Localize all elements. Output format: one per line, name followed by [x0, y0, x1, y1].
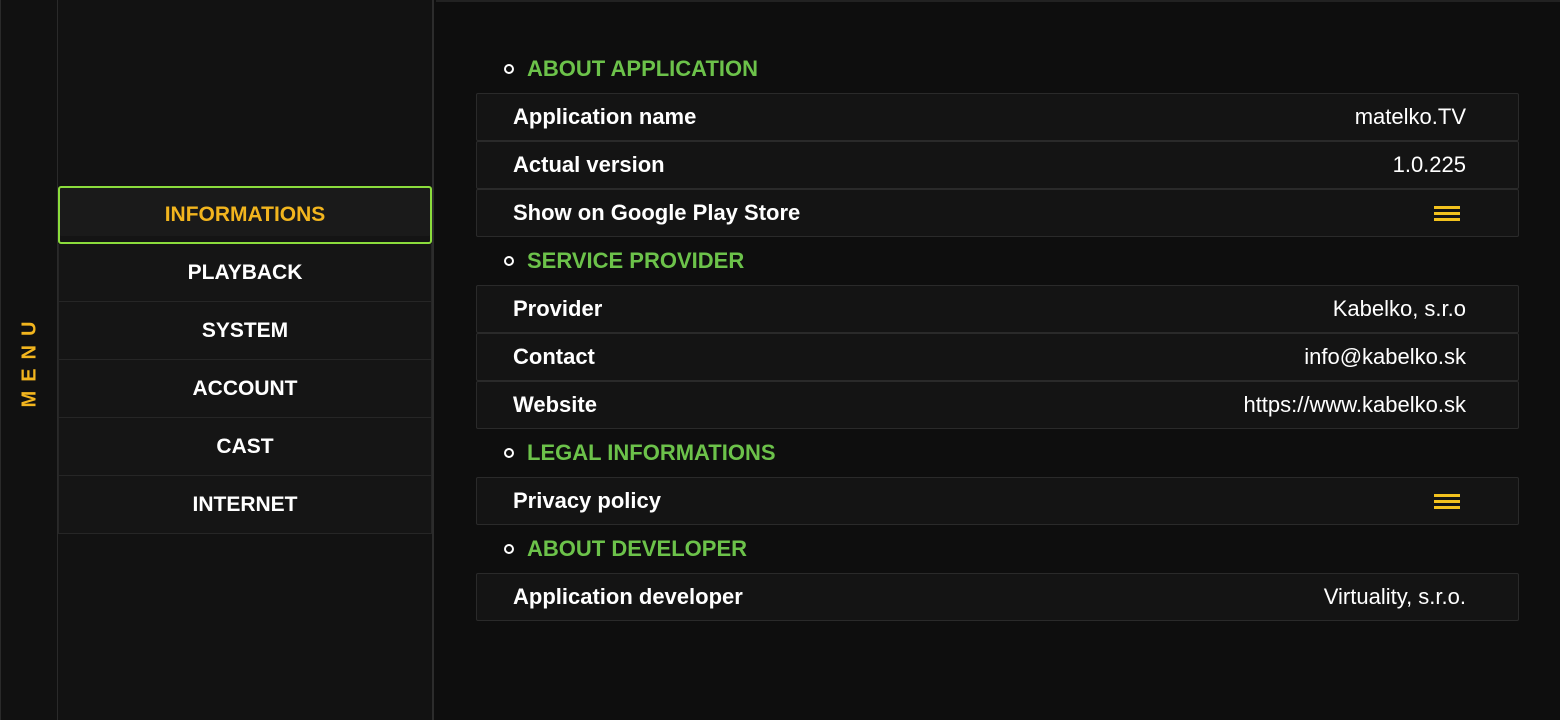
sidebar-item-internet[interactable]: INTERNET: [58, 476, 432, 534]
sidebar-item-playback[interactable]: PLAYBACK: [58, 244, 432, 302]
bullet-icon: [504, 544, 514, 554]
section-legal-informations: LEGAL INFORMATIONS: [436, 429, 1560, 477]
row-website: Website https://www.kabelko.sk: [476, 381, 1519, 429]
row-value: Kabelko, s.r.o: [1332, 296, 1466, 321]
row-privacy-policy[interactable]: Privacy policy: [476, 477, 1519, 525]
row-value: Virtuality, s.r.o.: [1323, 584, 1466, 609]
row-label: Provider: [513, 296, 603, 321]
section-about-application: ABOUT APPLICATION: [436, 45, 1560, 93]
row-label: Contact: [513, 344, 595, 369]
row-google-play-store[interactable]: Show on Google Play Store: [476, 189, 1519, 237]
row-label: Show on Google Play Store: [513, 200, 801, 225]
row-application-developer: Application developer Virtuality, s.r.o.: [476, 573, 1519, 621]
row-label: Privacy policy: [513, 488, 661, 513]
row-label: Application name: [513, 104, 697, 129]
row-provider: Provider Kabelko, s.r.o: [476, 285, 1519, 333]
menu-rail[interactable]: MENU: [0, 0, 58, 720]
row-actual-version: Actual version 1.0.225: [476, 141, 1519, 189]
bullet-icon: [504, 64, 514, 74]
section-service-provider: SERVICE PROVIDER: [436, 237, 1560, 285]
menu-rail-label: MENU: [18, 312, 41, 408]
row-value: 1.0.225: [1392, 152, 1466, 177]
section-title: ABOUT DEVELOPER: [527, 536, 748, 561]
row-label: Actual version: [513, 152, 665, 177]
section-about-developer: ABOUT DEVELOPER: [436, 525, 1560, 573]
sidebar-item-cast[interactable]: CAST: [58, 418, 432, 476]
bullet-icon: [504, 256, 514, 266]
row-contact: Contact info@kabelko.sk: [476, 333, 1519, 381]
menu-icon[interactable]: [1434, 203, 1462, 223]
sidebar-item-account[interactable]: ACCOUNT: [58, 360, 432, 418]
app-root: MENU INFORMATIONS PLAYBACK SYSTEM ACCOUN…: [0, 0, 1560, 720]
menu-icon[interactable]: [1434, 491, 1462, 511]
section-title: LEGAL INFORMATIONS: [527, 440, 776, 465]
row-application-name: Application name matelko.TV: [476, 93, 1519, 141]
bullet-icon: [504, 448, 514, 458]
row-value: https://www.kabelko.sk: [1243, 392, 1466, 417]
sidebar-item-informations[interactable]: INFORMATIONS: [58, 186, 432, 244]
sidebar: INFORMATIONS PLAYBACK SYSTEM ACCOUNT CAS…: [58, 0, 434, 720]
row-label: Application developer: [513, 584, 743, 609]
row-label: Website: [513, 392, 597, 417]
sidebar-nav: INFORMATIONS PLAYBACK SYSTEM ACCOUNT CAS…: [58, 186, 432, 534]
row-value: info@kabelko.sk: [1304, 344, 1466, 369]
row-value: matelko.TV: [1354, 104, 1466, 129]
section-title: SERVICE PROVIDER: [527, 248, 745, 273]
section-title: ABOUT APPLICATION: [527, 56, 758, 81]
info-content: ABOUT APPLICATION Application name matel…: [436, 0, 1560, 720]
sidebar-item-system[interactable]: SYSTEM: [58, 302, 432, 360]
